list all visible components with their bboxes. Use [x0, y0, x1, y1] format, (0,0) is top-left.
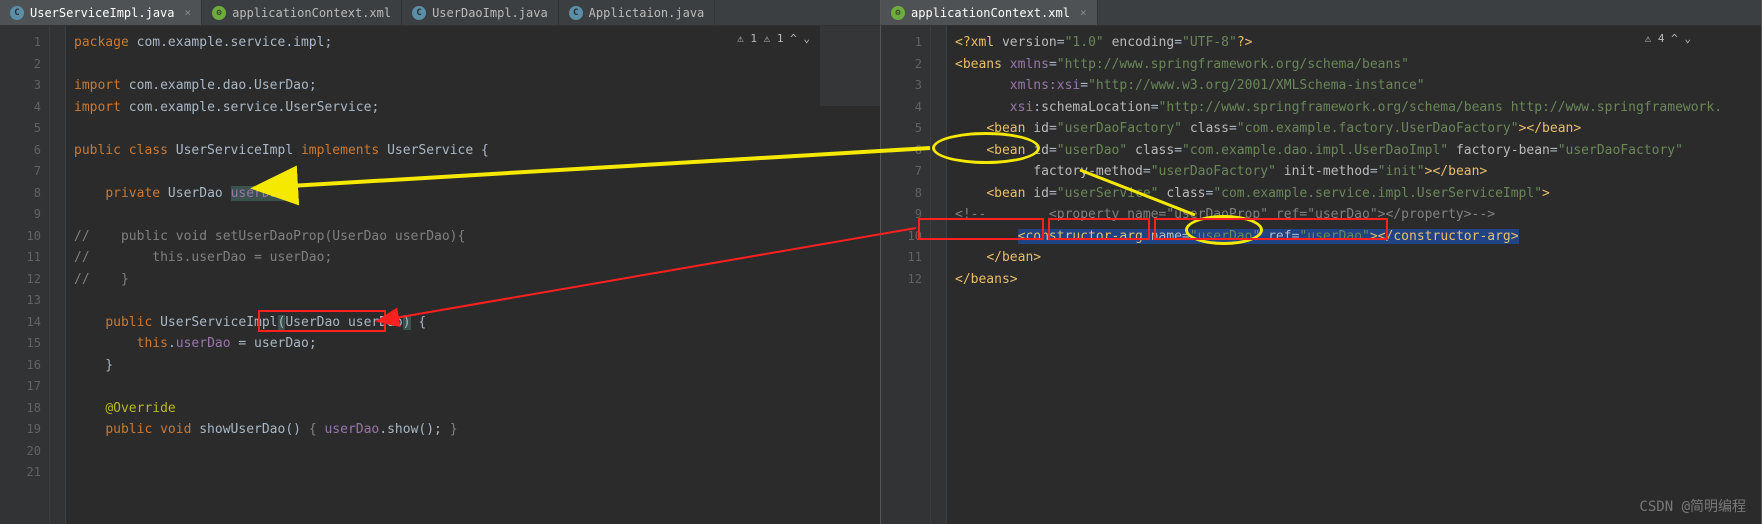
tab-label: applicationContext.xml	[232, 6, 391, 20]
tab-userserviceimpl[interactable]: C UserServiceImpl.java ×	[0, 0, 202, 25]
java-file-icon: C	[412, 6, 426, 20]
minimap[interactable]	[820, 26, 880, 106]
tab-application[interactable]: C Applictaion.java	[559, 0, 716, 25]
java-file-icon: C	[569, 6, 583, 20]
left-editor[interactable]: 1 2 3 4 5 6 7 8 9 10 11 12 13 14 15 16 1…	[0, 26, 880, 524]
java-file-icon: C	[10, 6, 24, 20]
fold-gutter	[931, 26, 947, 524]
left-editor-pane: C UserServiceImpl.java × ⚙ applicationCo…	[0, 0, 881, 524]
fold-gutter	[50, 26, 66, 524]
warning-badge[interactable]: ⚠ 4 ^ ⌄	[1645, 32, 1691, 45]
code-area[interactable]: <?xml version="1.0" encoding="UTF-8"?> <…	[947, 26, 1761, 524]
close-icon[interactable]: ×	[1080, 6, 1087, 19]
xml-file-icon: ⚙	[891, 6, 905, 20]
tab-label: UserDaoImpl.java	[432, 6, 548, 20]
close-icon[interactable]: ×	[185, 6, 192, 19]
warning-badge[interactable]: ⚠ 1 ⚠ 1 ^ ⌄	[737, 32, 810, 45]
right-tabs: ⚙ applicationContext.xml ×	[881, 0, 1761, 26]
tab-appcontext-right[interactable]: ⚙ applicationContext.xml ×	[881, 0, 1098, 25]
watermark: CSDN @简明编程	[1639, 496, 1746, 516]
tab-appcontext[interactable]: ⚙ applicationContext.xml	[202, 0, 402, 25]
tab-label: applicationContext.xml	[911, 6, 1070, 20]
right-editor-pane: ⚙ applicationContext.xml × 1 2 3 4 5 6 7…	[881, 0, 1762, 524]
line-gutter: 1 2 3 4 5 6 7 8 9 10 11 12 13 14 15 16 1…	[0, 26, 50, 524]
line-gutter: 1 2 3 4 5 6 7 8 9 10 11 12	[881, 26, 931, 524]
tab-label: Applictaion.java	[589, 6, 705, 20]
left-tabs: C UserServiceImpl.java × ⚙ applicationCo…	[0, 0, 880, 26]
tab-userdaoimpl[interactable]: C UserDaoImpl.java	[402, 0, 559, 25]
right-editor[interactable]: 1 2 3 4 5 6 7 8 9 10 11 12 <?xml version…	[881, 26, 1761, 524]
tab-label: UserServiceImpl.java	[30, 6, 175, 20]
xml-file-icon: ⚙	[212, 6, 226, 20]
code-area[interactable]: package com.example.service.impl; import…	[66, 26, 880, 524]
